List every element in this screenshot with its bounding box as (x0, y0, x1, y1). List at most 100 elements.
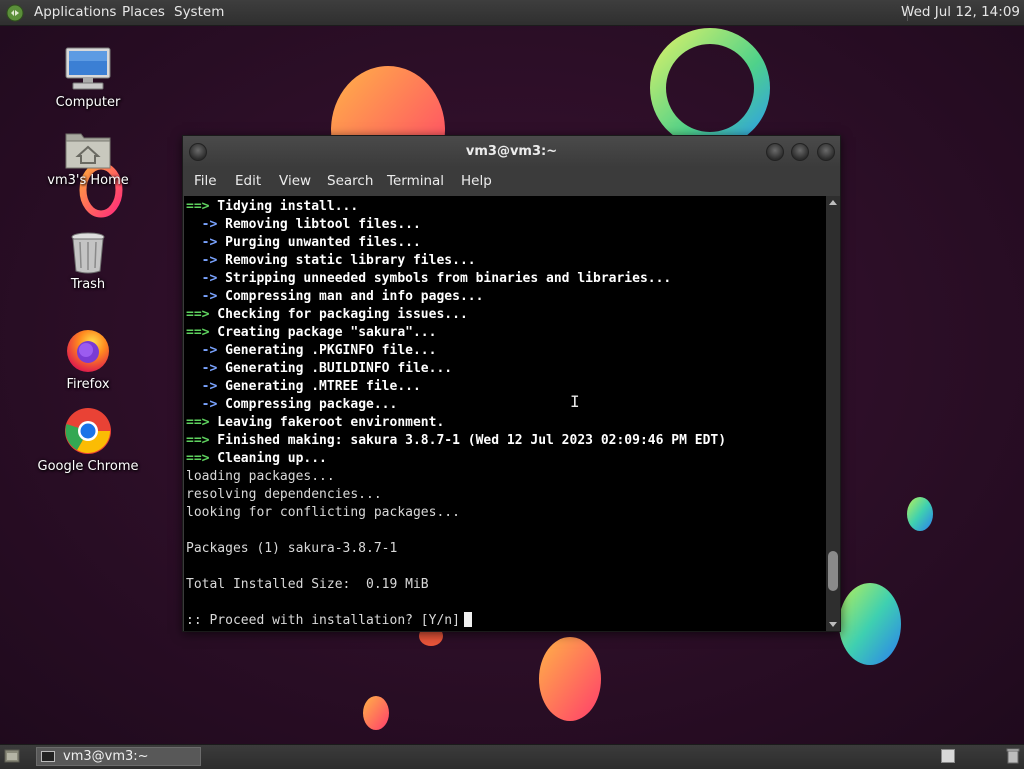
terminal-line: looking for conflicting packages... (186, 504, 726, 522)
top-panel: Applications Places System Wed Jul 12, 1… (0, 0, 1024, 26)
terminal-line: -> Generating .BUILDINFO file... (186, 360, 726, 378)
menu-search[interactable]: Search (327, 167, 373, 196)
desktop-icon-chrome[interactable]: Google Chrome (33, 406, 143, 474)
line-prefix: -> (186, 379, 218, 394)
terminal-line: ==> Finished making: sakura 3.8.7-1 (Wed… (186, 432, 726, 450)
line-prefix: ==> (186, 325, 210, 340)
desktop-icon-computer[interactable]: Computer (33, 46, 143, 110)
show-desktop-icon[interactable] (4, 749, 20, 763)
line-prefix: -> (186, 217, 218, 232)
line-text: Compressing package... (217, 397, 398, 412)
mate-logo-icon[interactable] (6, 4, 24, 22)
system-menu[interactable]: System (174, 0, 224, 25)
terminal-line: ==> Tidying install... (186, 198, 726, 216)
bottom-panel: vm3@vm3:~ (0, 744, 1024, 769)
scroll-down-arrow-icon[interactable] (829, 622, 837, 627)
trash-icon (71, 232, 105, 274)
clock[interactable]: Wed Jul 12, 14:09 (901, 0, 1020, 25)
line-text: Tidying install... (209, 199, 359, 214)
line-prefix: ==> (186, 415, 210, 430)
line-prefix: ==> (186, 199, 210, 214)
terminal-line: -> Compressing man and info pages... (186, 288, 726, 306)
terminal-line: resolving dependencies... (186, 486, 726, 504)
line-text: Finished making: sakura 3.8.7-1 (Wed 12 … (209, 433, 727, 448)
terminal-line: -> Generating .PKGINFO file... (186, 342, 726, 360)
desktop-icon-label: Computer (55, 95, 121, 110)
terminal-menubar: File Edit View Search Terminal Help (183, 167, 840, 196)
terminal-line: -> Compressing package... (186, 396, 726, 414)
line-text: :: Proceed with installation? [Y/n] (186, 613, 460, 628)
firefox-icon (67, 330, 109, 372)
taskbar-item-terminal[interactable]: vm3@vm3:~ (36, 747, 201, 766)
line-text: Packages (1) sakura-3.8.7-1 (186, 541, 398, 556)
line-prefix: ==> (186, 307, 210, 322)
desktop-icon-home[interactable]: vm3's Home (33, 128, 143, 188)
line-text: loading packages... (186, 469, 335, 484)
line-text: Purging unwanted files... (217, 235, 421, 250)
desktop-icon-label: Firefox (66, 377, 110, 392)
desktop-icon-trash[interactable]: Trash (33, 230, 143, 292)
line-text: Generating .BUILDINFO file... (217, 361, 453, 376)
terminal-line: -> Stripping unneeded symbols from binar… (186, 270, 726, 288)
home-folder-icon (65, 133, 111, 169)
scroll-up-arrow-icon[interactable] (829, 200, 837, 205)
terminal-icon (41, 751, 55, 762)
workspace-switcher[interactable] (941, 749, 955, 763)
places-menu[interactable]: Places (122, 0, 165, 25)
scrollbar-thumb[interactable] (828, 551, 838, 592)
terminal-line: :: Proceed with installation? [Y/n] (186, 612, 726, 630)
terminal-line: Total Installed Size: 0.19 MiB (186, 576, 726, 594)
line-text: Creating package "sakura"... (209, 325, 437, 340)
chrome-icon (65, 408, 111, 454)
applications-menu[interactable]: Applications (34, 0, 116, 25)
line-text: Cleaning up... (209, 451, 327, 466)
line-prefix: ==> (186, 451, 210, 466)
line-prefix: -> (186, 343, 218, 358)
close-button[interactable] (817, 143, 835, 161)
line-text: Removing libtool files... (217, 217, 421, 232)
line-prefix: -> (186, 271, 218, 286)
line-text: Checking for packaging issues... (209, 307, 468, 322)
line-prefix: -> (186, 397, 218, 412)
terminal-output[interactable]: ==> Tidying install... -> Removing libto… (184, 196, 826, 631)
computer-icon (65, 47, 111, 90)
terminal-line: loading packages... (186, 468, 726, 486)
line-text: Compressing man and info pages... (217, 289, 484, 304)
terminal-line: ==> Checking for packaging issues... (186, 306, 726, 324)
menu-view[interactable]: View (279, 167, 311, 196)
menu-edit[interactable]: Edit (235, 167, 261, 196)
line-text: Generating .PKGINFO file... (217, 343, 437, 358)
desktop-icon-label: Trash (70, 277, 106, 292)
menu-file[interactable]: File (194, 167, 217, 196)
line-prefix: -> (186, 235, 218, 250)
desktop-icon-firefox[interactable]: Firefox (33, 326, 143, 392)
desktop-icon-label: Google Chrome (37, 459, 139, 474)
terminal-line: -> Removing static library files... (186, 252, 726, 270)
trash-applet-icon[interactable] (1006, 748, 1020, 764)
line-text: Total Installed Size: 0.19 MiB (186, 577, 429, 592)
line-text: Stripping unneeded symbols from binaries… (217, 271, 672, 286)
line-text: looking for conflicting packages... (186, 505, 460, 520)
terminal-line: Packages (1) sakura-3.8.7-1 (186, 540, 726, 558)
terminal-lines: ==> Tidying install... -> Removing libto… (186, 198, 726, 630)
menu-terminal[interactable]: Terminal (387, 167, 444, 196)
line-prefix: -> (186, 289, 218, 304)
maximize-button[interactable] (791, 143, 809, 161)
window-title: vm3@vm3:~ (465, 144, 558, 159)
terminal-scrollbar[interactable] (826, 196, 840, 631)
menu-help[interactable]: Help (461, 167, 492, 196)
terminal-line: ==> Creating package "sakura"... (186, 324, 726, 342)
desktop-icon-label: vm3's Home (47, 173, 129, 188)
minimize-button[interactable] (766, 143, 784, 161)
terminal-line: ==> Cleaning up... (186, 450, 726, 468)
line-text: Removing static library files... (217, 253, 476, 268)
terminal-window[interactable]: vm3@vm3:~ File Edit View Search Terminal… (182, 135, 841, 632)
text-cursor-icon: I (570, 392, 580, 411)
window-titlebar[interactable]: vm3@vm3:~ (183, 136, 840, 167)
terminal-line: ==> Leaving fakeroot environment. (186, 414, 726, 432)
terminal-line: -> Removing libtool files... (186, 216, 726, 234)
terminal-cursor (463, 612, 472, 627)
